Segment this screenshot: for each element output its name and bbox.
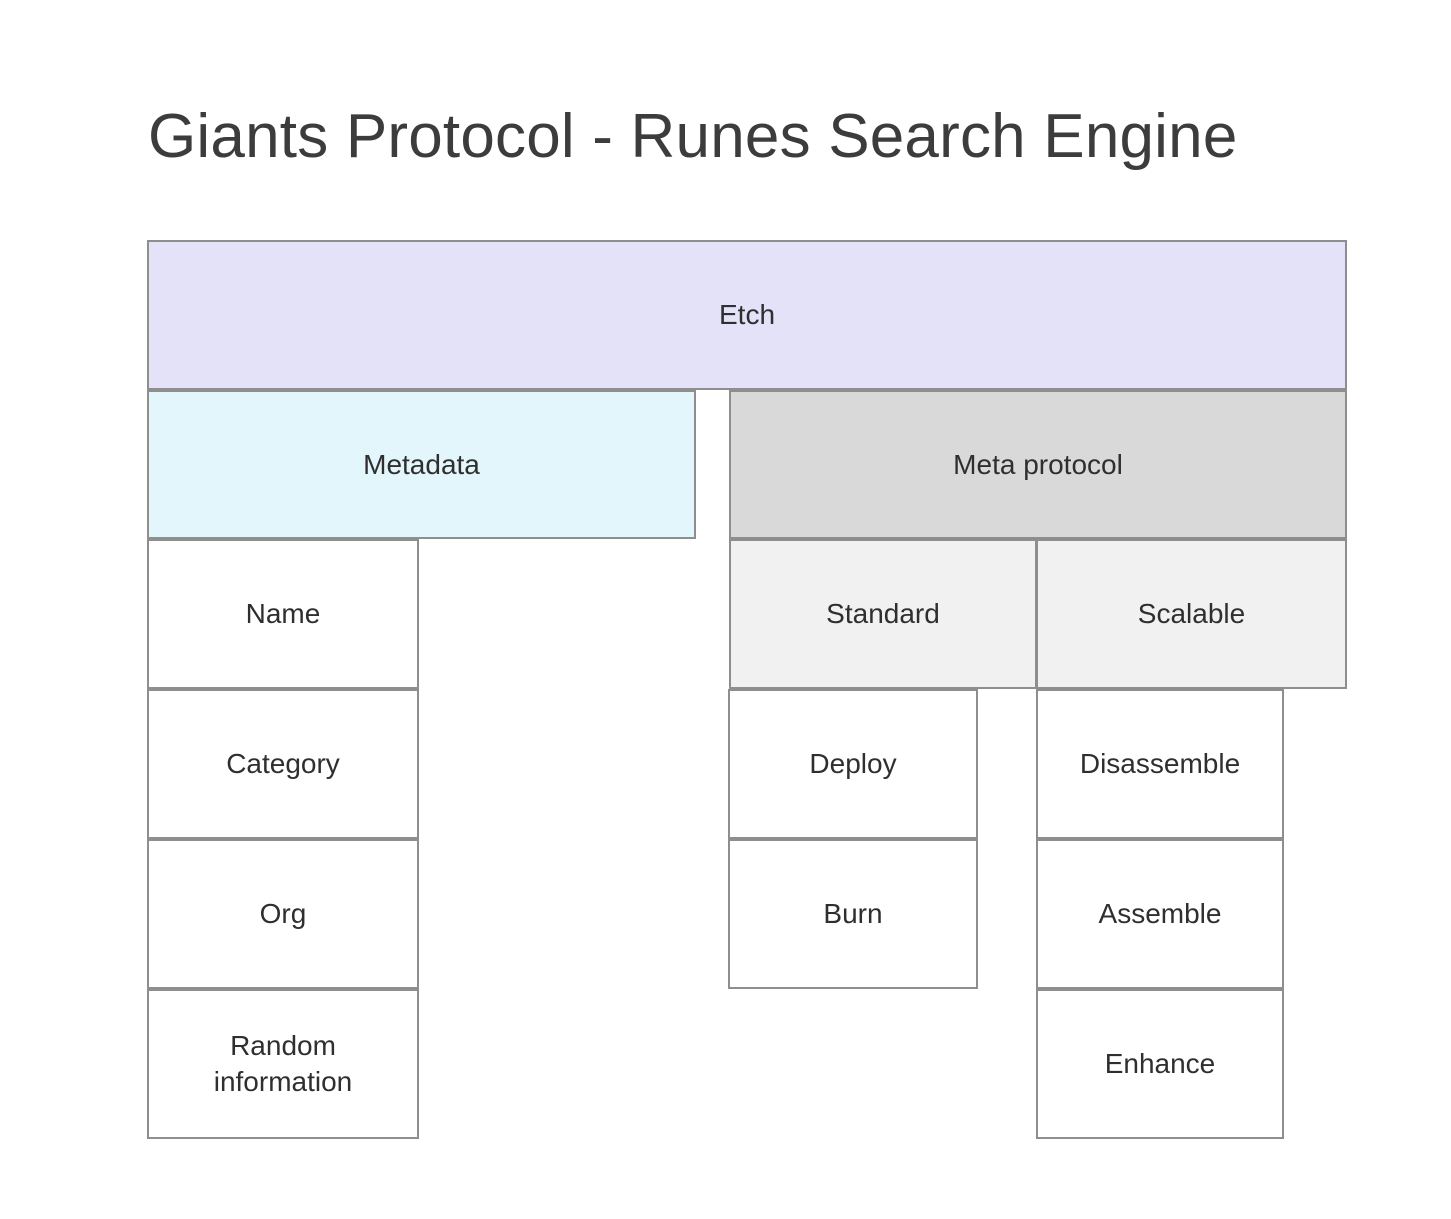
node-deploy[interactable]: Deploy — [728, 689, 978, 839]
node-meta-protocol-label: Meta protocol — [953, 448, 1123, 480]
node-category[interactable]: Category — [147, 689, 419, 839]
node-etch[interactable]: Etch — [147, 240, 1347, 390]
node-standard-label: Standard — [826, 598, 940, 629]
node-metadata[interactable]: Metadata — [147, 390, 696, 539]
node-enhance-label: Enhance — [1104, 1048, 1216, 1079]
node-deploy-label: Deploy — [809, 748, 897, 779]
node-disassemble[interactable]: Disassemble — [1036, 689, 1284, 839]
node-name-label: Name — [245, 598, 321, 629]
node-meta-protocol[interactable]: Meta protocol — [729, 390, 1347, 539]
diagram-canvas: Giants Protocol - Runes Search Engine Et… — [0, 0, 1451, 1219]
node-assemble-label: Assemble — [1098, 898, 1222, 929]
node-random-information-label: Random information — [213, 1030, 353, 1097]
node-burn[interactable]: Burn — [728, 839, 978, 989]
node-scalable-label: Scalable — [1137, 598, 1246, 629]
node-category-label: Category — [226, 748, 340, 779]
node-org-label: Org — [259, 898, 307, 929]
node-scalable[interactable]: Scalable — [1036, 539, 1347, 689]
node-disassemble-label: Disassemble — [1079, 748, 1241, 779]
node-etch-label: Etch — [718, 299, 776, 330]
node-burn-label: Burn — [823, 898, 883, 929]
node-standard[interactable]: Standard — [729, 539, 1037, 689]
node-org[interactable]: Org — [147, 839, 419, 989]
node-assemble[interactable]: Assemble — [1036, 839, 1284, 989]
node-random-information[interactable]: Random information — [147, 989, 419, 1139]
node-enhance[interactable]: Enhance — [1036, 989, 1284, 1139]
node-metadata-label: Metadata — [363, 448, 480, 480]
node-name[interactable]: Name — [147, 539, 419, 689]
page-title: Giants Protocol - Runes Search Engine — [148, 102, 1238, 171]
